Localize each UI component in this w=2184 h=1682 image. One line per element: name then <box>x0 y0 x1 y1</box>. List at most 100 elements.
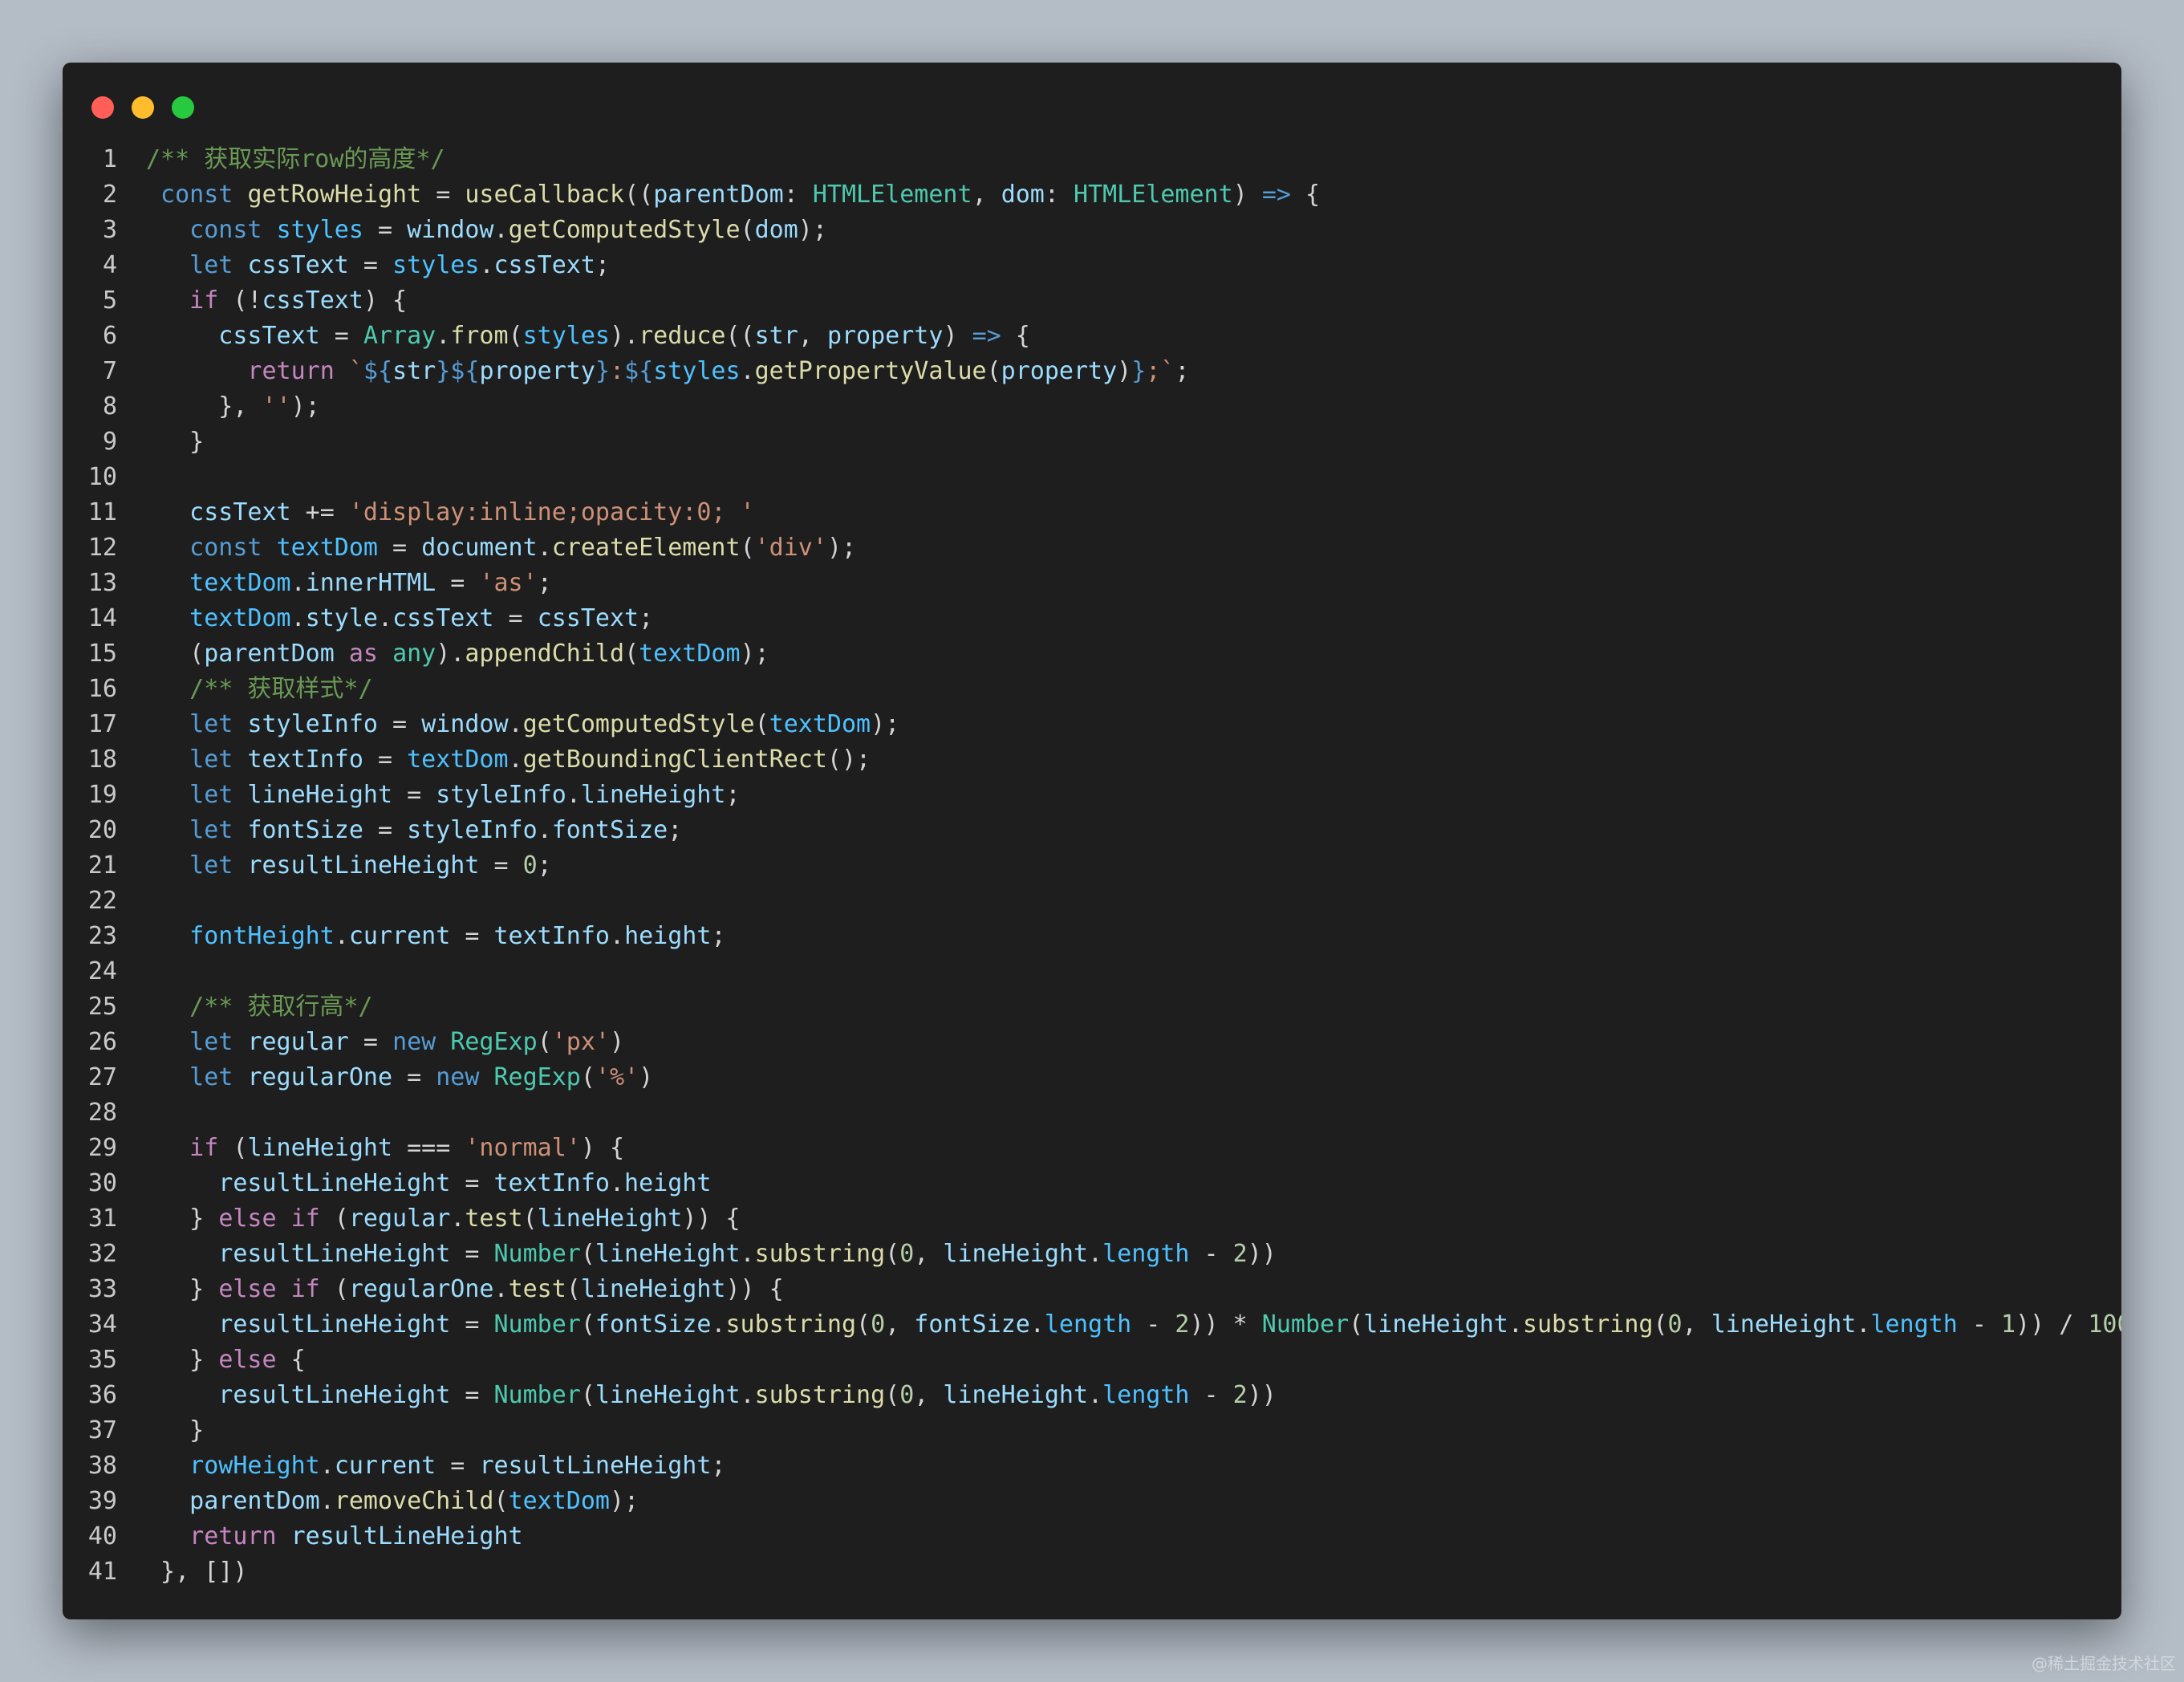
code-token: ( <box>580 1310 595 1339</box>
code-token: = <box>392 1063 436 1091</box>
code-line: 21 let resultLineHeight = 0; <box>63 848 2121 884</box>
line-number: 34 <box>87 1310 117 1339</box>
code-content: fontHeight.current = textInfo.height; <box>117 919 2121 954</box>
code-line: 40 return resultLineHeight <box>63 1519 2121 1554</box>
code-token: ); <box>826 534 857 562</box>
code-token: ); <box>798 216 827 244</box>
code-token: ( <box>986 357 1001 385</box>
code-token: getRowHeight <box>247 181 422 209</box>
code-token: Number <box>493 1381 581 1409</box>
line-number: 12 <box>87 534 117 562</box>
code-line: 8 }, ''); <box>63 389 2121 425</box>
code-token: /** 获取样式*/ <box>146 675 373 703</box>
code-token: lineHeight <box>580 781 726 809</box>
code-token: HTMLElement <box>1074 181 1233 209</box>
code-token: 'as' <box>479 569 538 597</box>
line-number: 20 <box>87 816 117 844</box>
code-token: lineHeight <box>1711 1310 1857 1339</box>
code-token: , <box>885 1310 915 1339</box>
code-content: }, []) <box>117 1554 2121 1590</box>
code-token: } <box>146 1416 205 1444</box>
code-token: ) <box>639 1063 654 1091</box>
code-token: 0 <box>899 1240 915 1268</box>
code-content: }, ''); <box>117 389 2121 425</box>
code-token: => <box>972 322 1001 350</box>
code-token: substring <box>754 1381 886 1409</box>
close-button[interactable] <box>91 96 114 119</box>
line-number: 9 <box>102 428 117 456</box>
code-token: styles <box>392 251 480 279</box>
code-token: height <box>624 1169 712 1197</box>
code-token: fontHeight <box>146 922 335 950</box>
code-token: new <box>392 1028 451 1056</box>
code-token: createElement <box>551 534 741 562</box>
code-token: ); <box>740 640 769 668</box>
code-token: let <box>146 1028 248 1056</box>
minimize-button[interactable] <box>132 96 154 119</box>
code-token: ( <box>146 640 205 668</box>
code-token: === <box>392 1134 465 1162</box>
line-number: 10 <box>87 463 117 491</box>
line-number: 33 <box>87 1275 117 1303</box>
code-content: return `${str}${property}:${styles.getPr… <box>117 354 2121 389</box>
code-token: window <box>421 710 509 738</box>
code-token: ) { <box>580 1134 625 1162</box>
code-token: 'div' <box>754 534 827 562</box>
code-content: let lineHeight = styleInfo.lineHeight; <box>117 778 2121 813</box>
code-token: )) <box>1247 1240 1277 1268</box>
code-token: window <box>407 216 494 244</box>
code-token: ; <box>711 922 726 950</box>
code-token: property <box>479 357 595 385</box>
code-token: . <box>740 1381 755 1409</box>
code-token: dom <box>754 216 798 244</box>
code-token: let <box>146 851 248 880</box>
code-token: 100 <box>2088 1310 2121 1339</box>
code-token: ( <box>493 1487 509 1515</box>
code-token: fontSize <box>551 816 668 844</box>
code-token: . <box>479 251 494 279</box>
code-token: let <box>146 251 248 279</box>
code-token: new <box>436 1063 494 1091</box>
code-content: (parentDom as any).appendChild(textDom); <box>117 636 2121 672</box>
code-token: fontSize <box>247 816 363 844</box>
code-token: lineHeight <box>580 1275 726 1303</box>
code-content: } <box>117 425 2121 460</box>
line-number: 41 <box>87 1558 117 1586</box>
code-line: 33 } else if (regularOne.test(lineHeight… <box>63 1272 2121 1307</box>
code-token: ) <box>610 1028 625 1056</box>
code-token: = <box>378 710 422 738</box>
code-token: lineHeight <box>595 1381 741 1409</box>
code-token: . <box>493 1275 509 1303</box>
code-token: ( <box>885 1240 900 1268</box>
maximize-button[interactable] <box>172 96 194 119</box>
code-content: /** 获取行高*/ <box>117 989 2121 1025</box>
code-token: textInfo <box>247 746 363 774</box>
code-content: } else { <box>117 1343 2121 1378</box>
code-token: getPropertyValue <box>754 357 987 385</box>
code-token: ). <box>436 640 465 668</box>
line-number: 32 <box>87 1240 117 1268</box>
code-token: return <box>146 357 349 385</box>
code-token: = <box>436 569 480 597</box>
code-token: resultLineHeight <box>247 851 480 880</box>
code-token: - <box>1131 1310 1175 1339</box>
code-token: cssText <box>493 251 595 279</box>
line-number: 14 <box>87 604 117 632</box>
line-number: 28 <box>87 1099 117 1127</box>
code-line: 5 if (!cssText) { <box>63 283 2121 319</box>
code-content: const styles = window.getComputedStyle(d… <box>117 213 2121 248</box>
code-token: . <box>1088 1240 1103 1268</box>
code-token: 0 <box>1667 1310 1683 1339</box>
code-token: : <box>1044 181 1074 209</box>
code-token: . <box>378 604 393 632</box>
code-token: } <box>595 357 610 385</box>
code-editor[interactable]: 1 /** 获取实际row的高度*/ 2 const getRowHeight = … <box>63 142 2121 1590</box>
code-line: 22 <box>63 884 2121 919</box>
code-token: ${ <box>624 357 654 385</box>
code-token: innerHTML <box>305 569 436 597</box>
code-token: cssText <box>262 286 363 315</box>
code-token: )) { <box>725 1275 784 1303</box>
code-content: resultLineHeight = textInfo.height <box>117 1166 2121 1201</box>
code-token: reduce <box>639 322 726 350</box>
code-token: lineHeight <box>943 1381 1089 1409</box>
